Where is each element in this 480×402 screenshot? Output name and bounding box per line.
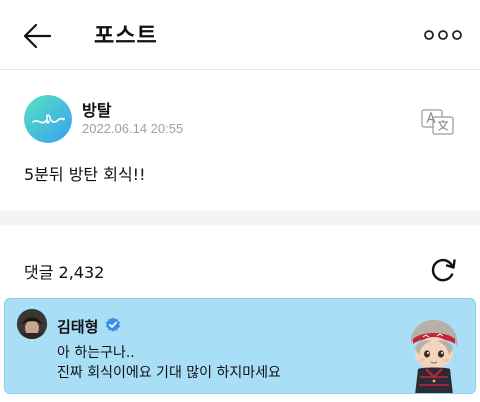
post-date: 2022.06.14 20:55 bbox=[82, 121, 184, 136]
comments-header: 댓글 2,432 bbox=[0, 225, 480, 295]
post-text: 5분뒤 방탄 회식!! bbox=[24, 165, 146, 184]
more-options-icon[interactable] bbox=[424, 25, 462, 45]
back-arrow-icon[interactable] bbox=[20, 18, 56, 54]
author-avatar[interactable] bbox=[24, 95, 72, 143]
comments-count: 댓글 2,432 bbox=[24, 263, 105, 282]
character-sticker-icon bbox=[410, 319, 458, 393]
highlighted-comment[interactable]: 김태형 아 하는구나.. 진짜 회식이에요 기대 많이 하지마세요 bbox=[4, 298, 476, 394]
comment-text-line1: 아 하는구나.. bbox=[57, 345, 135, 361]
verified-badge-icon bbox=[106, 317, 120, 332]
commenter-name[interactable]: 김태형 bbox=[57, 316, 98, 337]
page-title: 포스트 bbox=[94, 24, 158, 49]
comment-text-line2: 진짜 회식이에요 기대 많이 하지마세요 bbox=[57, 365, 281, 381]
post-card: 방탈 2022.06.14 20:55 5분뒤 방탄 회식!! bbox=[0, 71, 480, 211]
post-author[interactable]: 방탈 bbox=[82, 97, 111, 121]
commenter-avatar[interactable] bbox=[17, 309, 47, 339]
refresh-icon[interactable] bbox=[428, 255, 458, 285]
translate-icon[interactable] bbox=[421, 109, 455, 135]
section-divider bbox=[0, 211, 480, 225]
top-bar: 포스트 bbox=[0, 0, 480, 70]
